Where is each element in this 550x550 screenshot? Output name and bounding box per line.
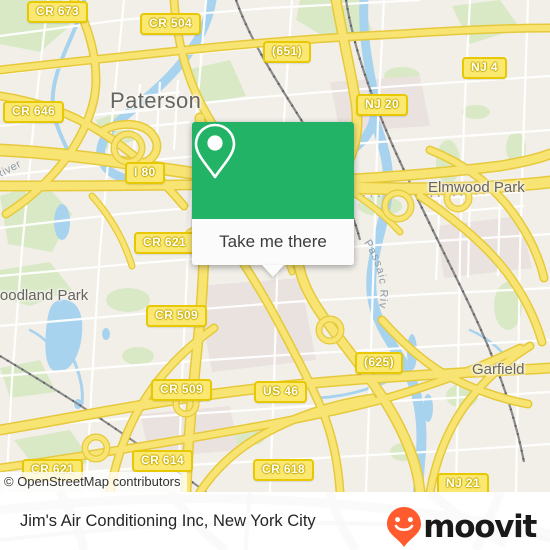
osm-attribution[interactable]: © OpenStreetMap contributors	[0, 472, 187, 492]
road-shield-625[interactable]: (625)	[355, 352, 404, 374]
road-shield-cr-509-a[interactable]: CR 509	[146, 305, 208, 327]
take-me-there-label: Take me there	[219, 232, 327, 251]
popup-action-bar[interactable]: Take me there	[192, 219, 354, 265]
road-shield-nj-20[interactable]: NJ 20	[356, 94, 409, 116]
moovit-smiley-pin-icon	[387, 507, 422, 547]
road-shield-651[interactable]: (651)	[263, 41, 312, 63]
moovit-wordmark: moovit	[423, 508, 537, 545]
road-shield-cr-504[interactable]: CR 504	[140, 13, 202, 35]
road-shield-cr-509-b[interactable]: CR 509	[151, 379, 213, 401]
page-title: Jim's Air Conditioning Inc, New York Cit…	[20, 511, 316, 530]
road-shield-cr-621-a[interactable]: CR 621	[134, 232, 196, 254]
footer-bar: Jim's Air Conditioning Inc, New York Cit…	[0, 492, 550, 550]
moovit-brand[interactable]: moovit	[386, 506, 537, 548]
road-shield-cr-614[interactable]: CR 614	[132, 450, 194, 472]
popup-image-area	[192, 122, 354, 219]
road-shield-cr-673[interactable]: CR 673	[27, 1, 89, 23]
road-shield-i-80[interactable]: I 80	[125, 162, 165, 184]
popup-tail	[262, 265, 284, 277]
map-screen: Passaic River Paterson Elmwood Park Wood…	[0, 0, 550, 550]
road-shield-nj-21[interactable]: NJ 21	[437, 473, 490, 492]
location-popup[interactable]: Take me there	[192, 122, 354, 277]
road-shield-us-46[interactable]: US 46	[254, 381, 308, 403]
road-shield-cr-646[interactable]: CR 646	[3, 101, 65, 123]
map-pin-icon	[194, 123, 236, 179]
road-shield-cr-618[interactable]: CR 618	[253, 459, 315, 481]
map-canvas[interactable]: Passaic River Paterson Elmwood Park Wood…	[0, 0, 550, 492]
road-shield-nj-4[interactable]: NJ 4	[462, 57, 507, 79]
